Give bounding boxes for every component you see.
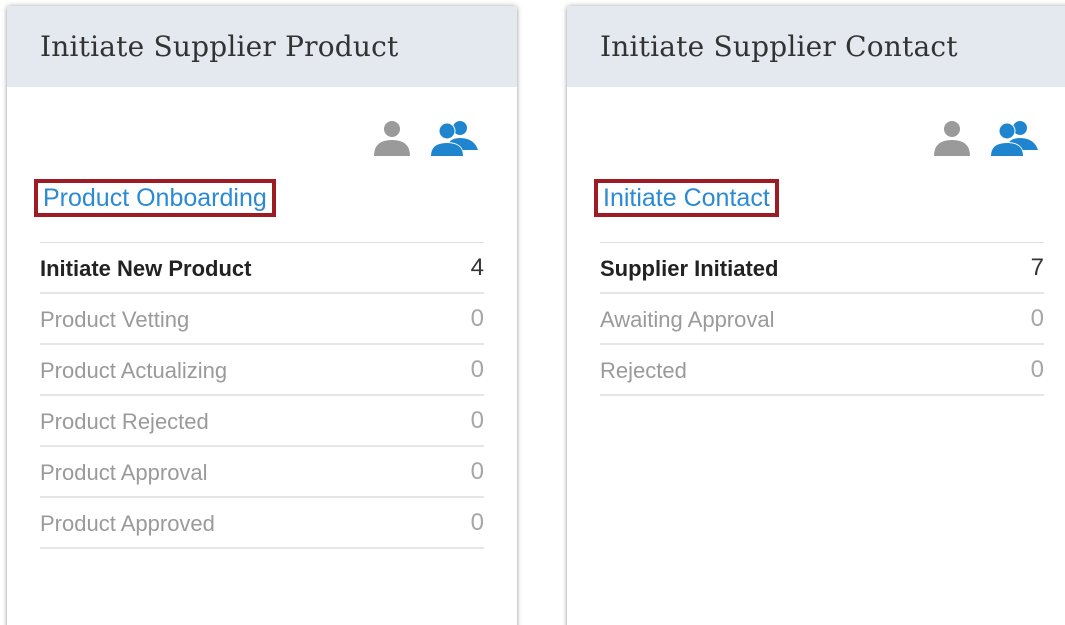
row-count: 0 <box>470 406 484 434</box>
list-item[interactable]: Product Approved 0 <box>40 498 484 549</box>
single-user-icon[interactable] <box>372 118 412 158</box>
list-item[interactable]: Awaiting Approval 0 <box>600 294 1044 345</box>
list-item[interactable]: Product Approval 0 <box>40 447 484 498</box>
row-label: Rejected <box>600 357 687 383</box>
card-initiate-supplier-product: Initiate Supplier Product Product Onboar… <box>7 6 517 625</box>
single-user-icon[interactable] <box>932 118 972 158</box>
list-item[interactable]: Product Rejected 0 <box>40 396 484 447</box>
card-header: Initiate Supplier Contact <box>567 6 1065 87</box>
list-item[interactable]: Initiate New Product 4 <box>40 243 484 294</box>
row-count: 7 <box>1030 253 1044 281</box>
list-item[interactable]: Rejected 0 <box>600 345 1044 396</box>
row-count: 4 <box>470 253 484 281</box>
row-count: 0 <box>470 457 484 485</box>
card-header: Initiate Supplier Product <box>7 6 517 87</box>
row-count: 0 <box>470 508 484 536</box>
list-item[interactable]: Product Actualizing 0 <box>40 345 484 396</box>
list-item[interactable]: Supplier Initiated 7 <box>600 243 1044 294</box>
status-list: Supplier Initiated 7 Awaiting Approval 0… <box>600 242 1044 396</box>
view-toggle <box>932 118 1040 158</box>
card-title: Initiate Supplier Product <box>40 30 399 63</box>
group-users-icon[interactable] <box>990 118 1040 158</box>
row-label: Awaiting Approval <box>600 306 775 332</box>
row-label: Product Approval <box>40 459 208 485</box>
row-label: Supplier Initiated <box>600 255 779 281</box>
row-label: Product Approved <box>40 510 215 536</box>
card-initiate-supplier-contact: Initiate Supplier Contact Initiate Conta… <box>567 6 1065 625</box>
list-item[interactable]: Product Vetting 0 <box>40 294 484 345</box>
group-users-icon[interactable] <box>430 118 480 158</box>
initiate-contact-link[interactable]: Initiate Contact <box>594 179 779 217</box>
dashboard: Initiate Supplier Product Product Onboar… <box>0 0 1065 625</box>
product-onboarding-link[interactable]: Product Onboarding <box>34 179 276 217</box>
view-toggle <box>372 118 480 158</box>
row-count: 0 <box>1030 355 1044 383</box>
row-label: Initiate New Product <box>40 255 252 281</box>
row-label: Product Vetting <box>40 306 190 332</box>
status-list: Initiate New Product 4 Product Vetting 0… <box>40 242 484 549</box>
row-count: 0 <box>1030 304 1044 332</box>
row-count: 0 <box>470 355 484 383</box>
card-title: Initiate Supplier Contact <box>600 30 958 63</box>
row-label: Product Actualizing <box>40 357 228 383</box>
row-label: Product Rejected <box>40 408 209 434</box>
row-count: 0 <box>470 304 484 332</box>
